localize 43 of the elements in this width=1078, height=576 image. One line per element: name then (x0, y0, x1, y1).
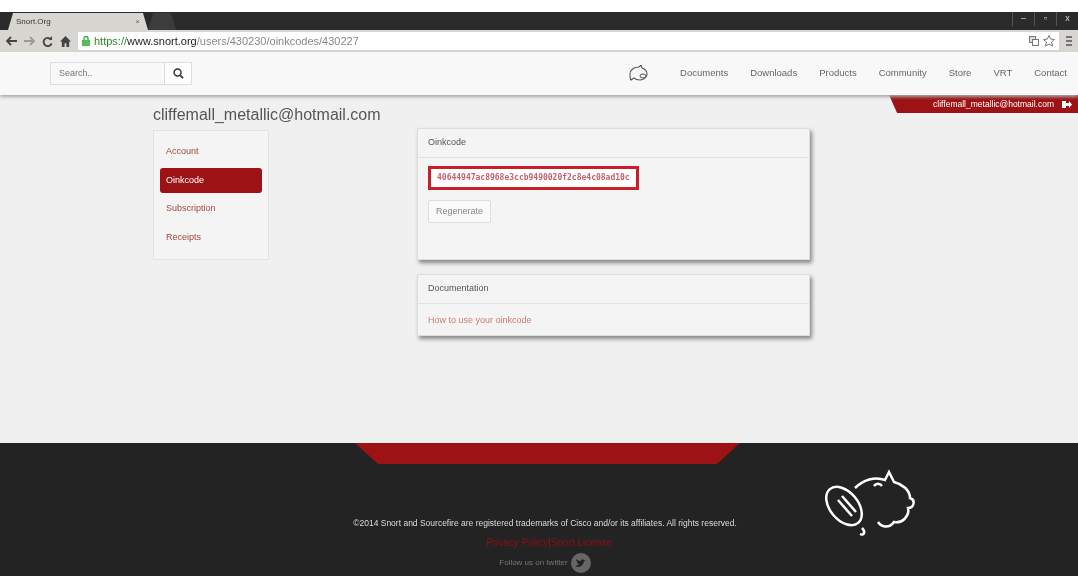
nav-link[interactable]: Community (878, 66, 927, 81)
sidebar-item[interactable]: Receipts (160, 224, 262, 250)
pig-logo-icon[interactable] (627, 64, 650, 83)
nav-link[interactable]: Downloads (750, 66, 798, 81)
sidebar-item[interactable]: Account (160, 139, 262, 165)
regenerate-button[interactable]: Regenerate (428, 199, 492, 223)
nav-link[interactable]: Documents (680, 66, 729, 81)
reload-icon[interactable] (42, 35, 53, 47)
tab-title: Snort.Org (16, 15, 51, 28)
restore-button[interactable]: ▫ (1034, 12, 1056, 26)
back-icon[interactable] (6, 36, 17, 46)
copyright-text: ©2014 Snort and Sourcefire are registered trademarks of Cisco and/or its affiliates. All rights reserved. (352, 517, 738, 530)
home-icon[interactable] (60, 35, 71, 47)
sidebar-item[interactable]: Subscription (160, 196, 262, 222)
nav-link[interactable]: Products (819, 66, 857, 81)
close-button[interactable]: x (1056, 12, 1078, 26)
user-email[interactable]: cliffemall_metallic@hotmail.com (933, 97, 1054, 111)
minimize-button[interactable]: – (1012, 12, 1034, 26)
star-icon[interactable] (1043, 35, 1055, 47)
link-separator: | (548, 536, 551, 550)
menu-icon[interactable] (1066, 36, 1072, 46)
translate-icon[interactable] (1029, 36, 1039, 46)
panel-title: Oinkcode (418, 129, 809, 158)
search-icon (172, 68, 184, 79)
panel-title: Documentation (418, 275, 809, 304)
url-text: https://www.snort.org/users/430230/oinkcodes/430227 (94, 33, 359, 49)
close-tab-button[interactable]: × (135, 15, 140, 28)
logout-icon[interactable] (1062, 99, 1072, 109)
search-field[interactable]: Search.. (50, 62, 165, 85)
nav-link[interactable]: Store (948, 66, 972, 81)
lock-icon (82, 36, 90, 46)
sidebar-item[interactable]: Oinkcode (160, 167, 262, 193)
oinkcode-text: 40644947ac8968e3ccb9490020f2c8e4c08ad10c (428, 165, 639, 190)
browser-tab[interactable]: Snort.Org × (8, 13, 148, 30)
search-button[interactable] (165, 62, 192, 85)
page-title: cliffemall_metallic@hotmail.com (153, 105, 381, 125)
documentation-link[interactable]: How to use your oinkcode (428, 314, 532, 325)
follow-text: Follow us on twitter (499, 557, 568, 569)
nav-link[interactable]: VRT (993, 66, 1013, 81)
address-bar[interactable]: https://www.snort.org/users/430230/oinkcodes/430227 (78, 32, 1059, 50)
twitter-button[interactable] (570, 553, 591, 573)
bird-icon (575, 558, 587, 568)
nav-link[interactable]: Contact (1034, 66, 1067, 81)
